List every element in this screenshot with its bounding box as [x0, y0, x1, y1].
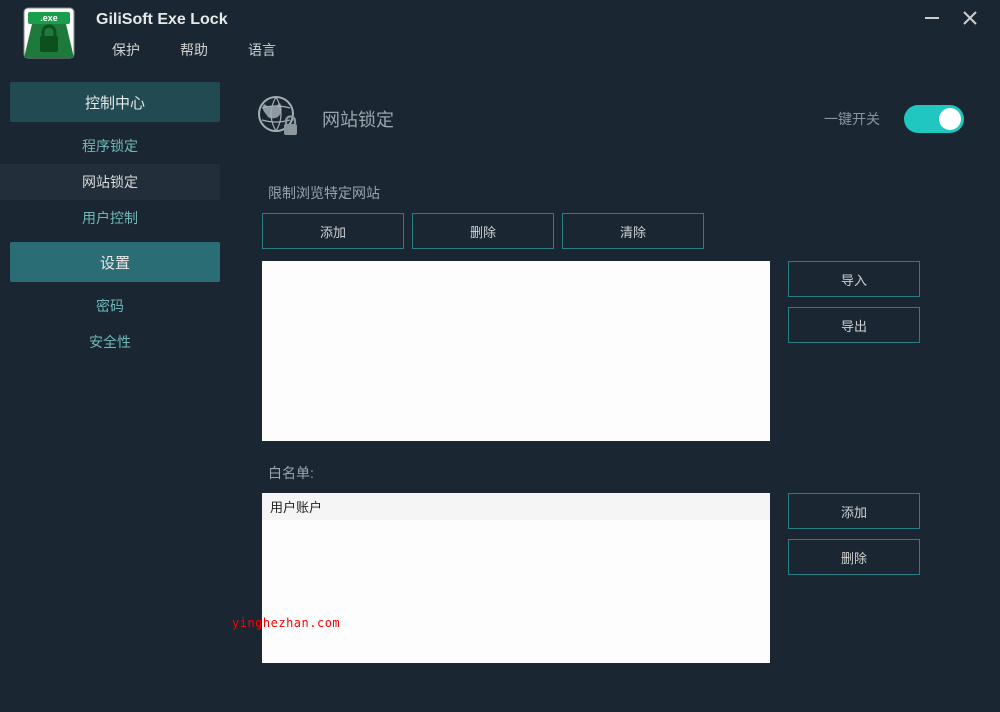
- content: 控制中心 程序锁定 网站锁定 用户控制 设置 密码 安全性 网站锁定: [0, 66, 1000, 712]
- sidebar: 控制中心 程序锁定 网站锁定 用户控制 设置 密码 安全性: [0, 66, 220, 712]
- minimize-icon[interactable]: [924, 10, 940, 31]
- sidebar-item-website-lock[interactable]: 网站锁定: [0, 164, 220, 200]
- sidebar-header-settings: 设置: [10, 242, 220, 282]
- menubar: 保护 帮助 语言: [0, 34, 1000, 66]
- export-button[interactable]: 导出: [788, 307, 920, 343]
- close-icon[interactable]: [962, 10, 978, 31]
- list-item[interactable]: 用户账户: [262, 493, 770, 520]
- restrict-section: 限制浏览特定网站 添加 删除 清除 导入 导出: [256, 183, 964, 441]
- import-button[interactable]: 导入: [788, 261, 920, 297]
- page-header-left: 网站锁定: [256, 94, 394, 143]
- restrict-delete-button[interactable]: 删除: [412, 213, 554, 249]
- master-switch-toggle[interactable]: [904, 105, 964, 133]
- sidebar-header-control-center: 控制中心: [10, 82, 220, 122]
- sidebar-item-program-lock[interactable]: 程序锁定: [0, 128, 220, 164]
- whitelist-label: 白名单:: [268, 463, 964, 483]
- page-header-right: 一键开关: [824, 105, 964, 133]
- page-title: 网站锁定: [322, 106, 394, 132]
- app-logo: .exe: [22, 6, 76, 60]
- master-switch-label: 一键开关: [824, 109, 880, 129]
- restrict-add-button[interactable]: 添加: [262, 213, 404, 249]
- whitelist-section: 白名单: 用户账户 添加 删除: [256, 463, 964, 663]
- restrict-listbox[interactable]: [262, 261, 770, 441]
- titlebar-right: [924, 10, 1000, 31]
- menu-protect[interactable]: 保护: [112, 40, 140, 60]
- restrict-buttons: 添加 删除 清除: [262, 213, 964, 249]
- sidebar-item-password[interactable]: 密码: [0, 288, 220, 324]
- restrict-label: 限制浏览特定网站: [268, 183, 964, 203]
- menu-help[interactable]: 帮助: [180, 40, 208, 60]
- globe-lock-icon: [256, 94, 300, 143]
- whitelist-delete-button[interactable]: 删除: [788, 539, 920, 575]
- svg-text:.exe: .exe: [40, 13, 58, 23]
- restrict-clear-button[interactable]: 清除: [562, 213, 704, 249]
- whitelist-add-button[interactable]: 添加: [788, 493, 920, 529]
- main-panel: 网站锁定 一键开关 限制浏览特定网站 添加 删除 清除 导入 导出: [220, 66, 1000, 712]
- menu-language[interactable]: 语言: [248, 40, 276, 60]
- sidebar-item-user-control[interactable]: 用户控制: [0, 200, 220, 236]
- sidebar-item-security[interactable]: 安全性: [0, 324, 220, 360]
- page-header: 网站锁定 一键开关: [256, 94, 964, 143]
- whitelist-listbox[interactable]: 用户账户: [262, 493, 770, 663]
- watermark: yinghezhan.com: [232, 616, 340, 630]
- app-title: GiliSoft Exe Lock: [96, 11, 228, 29]
